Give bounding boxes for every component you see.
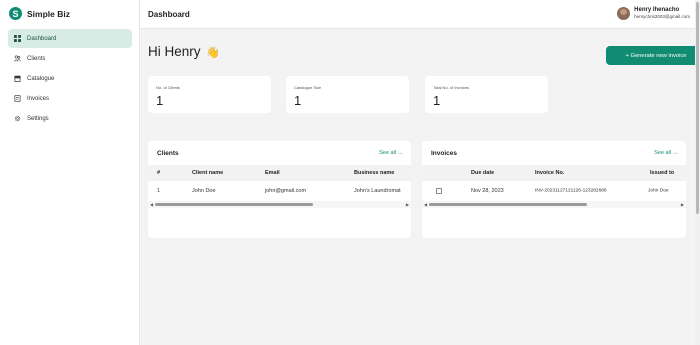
scrollbar-thumb[interactable] [429,203,587,206]
table-cell: Nov 28, 2023 [471,187,504,194]
sidebar-item-label: Settings [27,115,49,122]
sidebar-item-label: Invoices [27,95,50,102]
column-header[interactable]: Email [265,170,280,176]
sidebar-item-label: Catalogue [27,75,55,82]
sidebar-item-label: Clients [27,55,46,62]
column-header[interactable]: Issued to [650,170,674,176]
stat-card-catalogue: Catalogue Size 1 [286,76,409,113]
stat-label: Catalogue Size [294,85,322,90]
row-select-checkbox[interactable] [436,187,442,194]
generate-invoice-button[interactable]: + Generate new invoice [606,46,700,65]
brand[interactable]: S Simple Biz [9,7,70,20]
sidebar-item-clients[interactable]: Clients [8,49,132,68]
sidebar-nav: Dashboard Clients Catalogue Invoices Set… [8,29,132,129]
stat-value: 1 [294,93,302,108]
stat-value: 1 [156,93,164,108]
page-title: Dashboard [148,10,190,19]
brand-name: Simple Biz [27,8,70,19]
stat-label: No. of Clients [156,85,181,90]
store-icon [14,75,21,82]
invoices-panel-header: Invoices See all → [422,141,686,165]
brand-logo-icon: S [9,7,22,20]
clients-panel-header: Clients See all → [148,141,411,165]
clients-panel-title: Clients [157,149,179,157]
column-header[interactable]: Invoice No. [535,170,564,176]
clients-see-all-link[interactable]: See all → [379,150,403,156]
sidebar-item-invoices[interactable]: Invoices [8,89,132,108]
invoices-panel-title: Invoices [431,149,458,157]
table-cell: John Doe [648,188,669,193]
table-cell: John's Laundromat [354,187,401,194]
users-icon [14,55,21,62]
column-header[interactable]: Due date [471,170,494,176]
column-header[interactable]: # [157,170,160,176]
clients-panel: Clients See all → # Client name Email Bu… [148,141,411,238]
clients-horizontal-scrollbar[interactable]: ◀ ▶ [148,201,411,208]
checkbox-box [436,187,442,194]
page-vertical-scrollbar[interactable] [695,0,700,345]
sidebar: S Simple Biz Dashboard Clients Catalogue [0,0,140,345]
table-row[interactable]: Nov 28, 2023 INV-20231127121126-12328268… [422,181,686,200]
settings-icon [14,115,21,122]
table-cell: 1 [157,187,161,194]
invoices-see-all-link[interactable]: See all → [654,150,678,156]
scrollbar-thumb[interactable] [696,2,699,214]
stat-card-clients: No. of Clients 1 [148,76,271,113]
clients-table-header: # Client name Email Business name [148,165,411,181]
invoices-horizontal-scrollbar[interactable]: ◀ ▶ [422,201,686,208]
greeting-text: Hi Henry [148,44,201,59]
waving-hand-icon: 👋 [206,47,220,59]
stat-card-invoices: Total No. of Invoices 1 [425,76,548,113]
sidebar-item-label: Dashboard [27,35,57,42]
table-row[interactable]: 1 John Doe john@gmail.com John's Laundro… [148,181,411,200]
scroll-left-icon[interactable]: ◀ [150,201,153,208]
main-content: Hi Henry 👋 + Generate new invoice No. of… [140,29,700,345]
sidebar-item-catalogue[interactable]: Catalogue [8,69,132,88]
invoices-table-header: Due date Invoice No. Issued to [422,165,686,181]
invoices-panel: Invoices See all → Due date Invoice No. … [422,141,686,238]
table-cell: john@gmail.com [265,187,307,194]
user-info: Henry Ihenacho henrychris2003@gmail.com [634,6,690,20]
user-email: henrychris2003@gmail.com [634,14,690,19]
top-bar: Dashboard Henry Ihenacho henrychris2003@… [140,0,700,29]
scrollbar-thumb[interactable] [155,203,313,206]
column-header[interactable]: Business name [354,170,394,176]
user-name: Henry Ihenacho [634,7,680,13]
scroll-right-icon[interactable]: ▶ [406,201,409,208]
scroll-left-icon[interactable]: ◀ [424,201,427,208]
stat-value: 1 [433,93,441,108]
stat-label: Total No. of Invoices [433,85,470,90]
scroll-right-icon[interactable]: ▶ [681,201,684,208]
invoice-icon [14,95,21,102]
sidebar-item-dashboard[interactable]: Dashboard [8,29,132,48]
sidebar-item-settings[interactable]: Settings [8,109,132,128]
grid-icon [14,35,21,42]
table-cell: John Doe [192,187,216,194]
greeting: Hi Henry 👋 [148,44,220,59]
avatar [617,6,631,20]
user-menu[interactable]: Henry Ihenacho henrychris2003@gmail.com [617,6,690,20]
table-cell: INV-20231127121126-123282686 [535,188,607,193]
column-header[interactable]: Client name [192,170,223,176]
